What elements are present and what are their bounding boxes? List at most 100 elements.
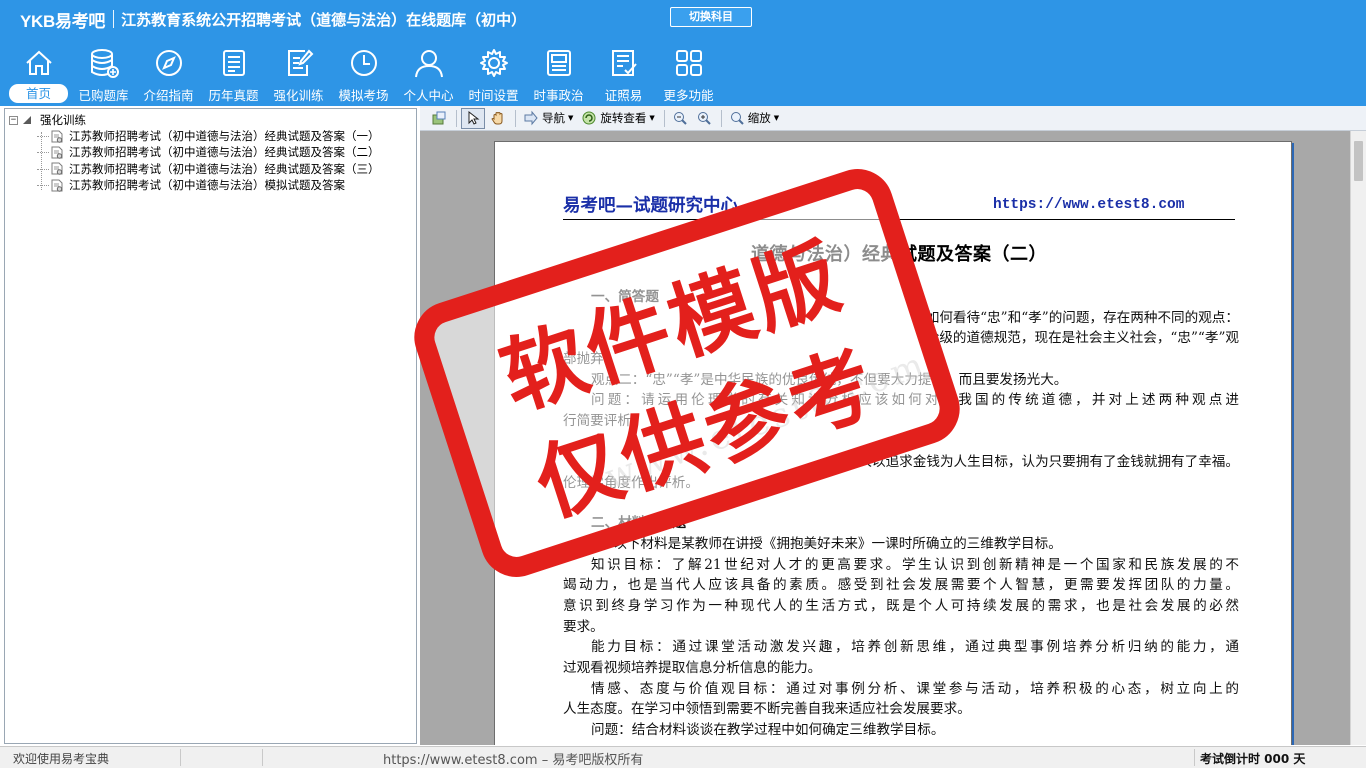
export-icon <box>432 111 446 125</box>
tree-collapse-toggle[interactable]: − <box>9 115 18 125</box>
caret-down-icon: ▼ <box>773 114 780 122</box>
app-logo: YKB易考吧 <box>20 11 106 31</box>
nav-item-database[interactable]: 已购题库 <box>71 47 136 103</box>
zoom-menu-button[interactable]: 缩放 ▼ <box>726 108 782 129</box>
export-button[interactable] <box>428 108 450 129</box>
navigate-icon <box>524 110 538 126</box>
document-line: 2.有人以追求金钱为人生目标，认为只要拥有了金钱就拥有了幸福。 <box>831 453 1239 470</box>
zoom-out-button[interactable] <box>669 108 691 129</box>
document-line: 阶级的道德规范，现在是社会主义社会，“忠”“孝”观 <box>925 330 1239 347</box>
scrollbar-thumb[interactable] <box>1354 141 1363 181</box>
tree-item[interactable]: 江苏教师招聘考试（初中道德与法治）模拟试题及答案 <box>9 177 380 193</box>
nav-item-gear[interactable]: 时间设置 <box>461 47 526 103</box>
edit-document-icon <box>287 49 313 76</box>
document-body: 一、简答题 于如何看待“忠”和“孝”的问题，存在两种不同的观点： 阶级的道德规范，现… <box>563 287 1239 741</box>
database-icon <box>90 49 119 78</box>
newspaper-icon <box>546 50 571 76</box>
clock-icon <box>350 50 377 76</box>
compass-icon <box>155 50 182 76</box>
status-divider <box>1194 749 1195 766</box>
zoom-in-icon <box>697 112 711 125</box>
toolbar-divider <box>456 109 457 127</box>
document-line: 观点二：“忠”“孝”是中华民族的优良传统，不但要大力提倡，而且要发扬光大。 <box>591 371 1068 388</box>
status-bar: 欢迎使用易考宝典 https://www.etest8.com – 易考吧版权所… <box>0 746 1366 768</box>
zoom-in-button[interactable] <box>693 108 715 129</box>
nav-label: 时间设置 <box>468 88 519 103</box>
select-tool-button[interactable] <box>461 107 485 129</box>
nav-label: 模拟考场 <box>338 88 389 103</box>
vertical-scrollbar[interactable] <box>1350 131 1366 745</box>
tree-root-label: 强化训练 <box>40 113 86 127</box>
nav-item-compass[interactable]: 介绍指南 <box>136 47 201 103</box>
nav-item-edit-document[interactable]: 强化训练 <box>266 47 331 103</box>
navigate-menu-button[interactable]: 导航 ▼ <box>520 108 576 129</box>
gear-icon <box>479 49 508 77</box>
document-icon <box>51 162 63 175</box>
nav-label: 历年真题 <box>208 88 259 103</box>
status-divider <box>262 749 263 766</box>
nav-label: 首页 <box>9 84 68 103</box>
nav-item-checklist[interactable]: 证照易 <box>591 47 656 103</box>
document-line: 情感、态度与价值观目标：通过对事例分析、课堂参与活动，培养积极的心态，树立向上的 <box>591 680 1239 697</box>
triangle-folder-icon <box>23 116 31 124</box>
tree-item-label: 江苏教师招聘考试（初中道德与法治）经典试题及答案（三） <box>69 161 380 176</box>
brand-divider <box>113 10 115 28</box>
document-line: 要求。 <box>563 618 604 635</box>
nav-label: 时事政治 <box>533 88 584 103</box>
rotate-menu-button[interactable]: 旋转查看 ▼ <box>578 108 657 129</box>
caret-down-icon: ▼ <box>568 114 574 122</box>
document-line: 部抛弃。 <box>563 351 618 368</box>
nav-label: 介绍指南 <box>143 88 194 103</box>
tree-item[interactable]: 江苏教师招聘考试（初中道德与法治）经典试题及答案（三） <box>9 161 380 177</box>
switch-subject-button[interactable]: 切换科目 <box>670 7 752 27</box>
header-bar: YKB易考吧 江苏教育系统公开招聘考试（道德与法治）在线题库（初中） 切换科目 … <box>0 0 1366 106</box>
document-viewer: 导航 ▼ 旋转查看 ▼ 缩放 ▼ 易考吧—试题研究中心 https://www.… <box>420 106 1366 745</box>
document-list-icon <box>222 50 245 76</box>
exam-countdown: 考试倒计时 000 天 <box>1200 752 1306 766</box>
nav-label: 个人中心 <box>403 88 454 103</box>
document-canvas[interactable]: 易考吧—试题研究中心 https://www.etest8.com 道德与法治）… <box>420 131 1350 745</box>
caret-down-icon: ▼ <box>649 114 655 122</box>
document-line: 1．以下材料是某教师在讲授《拥抱美好未来》一课时所确立的三维教学目标。 <box>591 535 1062 552</box>
hand-tool-button[interactable] <box>487 108 509 129</box>
document-line: 二、材料分析题 <box>591 515 687 532</box>
rotate-label: 旋转查看 <box>600 111 647 125</box>
document-line: 竭动力，也是当代人应该具备的素质。感受到社会发展需要个人智慧，更需要发挥团队的力… <box>563 577 1239 594</box>
toolbar-divider <box>515 109 516 127</box>
course-tree: − 强化训练 江苏教师招聘考试（初中道德与法治）经典试题及答案（一） 江苏教师招聘… <box>9 112 380 193</box>
navigate-label: 导航 <box>542 111 565 125</box>
toolbar-divider <box>720 109 722 127</box>
document-title: 道德与法治）经典试题及答案（二） <box>751 244 1047 265</box>
nav-item-user[interactable]: 个人中心 <box>396 47 461 103</box>
nav-item-clock[interactable]: 模拟考场 <box>331 47 396 103</box>
rotate-icon <box>582 111 596 125</box>
zoom-label: 缩放 <box>747 111 771 125</box>
document-line: 意识到终身学习作为一种现代人的生活方式，既是个人可持续发展的需求，也是社会发展的… <box>563 597 1239 614</box>
status-copyright: https://www.etest8.com – 易考吧版权所有 <box>383 753 644 768</box>
home-icon <box>25 50 52 75</box>
nav-label: 强化训练 <box>273 88 324 103</box>
tree-item-label: 江苏教师招聘考试（初中道德与法治）模拟试题及答案 <box>69 178 345 193</box>
nav-item-home[interactable]: 首页 <box>6 47 71 103</box>
nav-item-newspaper[interactable]: 时事政治 <box>526 47 591 103</box>
status-welcome: 欢迎使用易考宝典 <box>13 752 110 766</box>
tree-children: 江苏教师招聘考试（初中道德与法治）经典试题及答案（一） 江苏教师招聘考试（初中道德… <box>9 128 380 193</box>
document-line: 问题：请运用伦理学的有关知识分析应该如何对待我国的传统道德，并对上述两种观点进 <box>591 392 1239 409</box>
hand-icon <box>491 112 503 125</box>
nav-label: 已购题库 <box>78 88 129 103</box>
document-line: 于如何看待“忠”和“孝”的问题，存在两种不同的观点： <box>912 309 1239 326</box>
zoom-out-icon <box>673 112 687 125</box>
tree-root-node[interactable]: − 强化训练 <box>9 112 380 128</box>
page-header-source: 易考吧—试题研究中心 <box>563 196 738 216</box>
grid-icon <box>675 50 702 76</box>
document-line: 问题：结合材料谈谈在教学过程中如何确定三维教学目标。 <box>591 722 945 739</box>
toolbar-divider <box>663 109 665 127</box>
nav-item-grid[interactable]: 更多功能 <box>656 47 721 103</box>
app-window: YKB易考吧 江苏教育系统公开招聘考试（道德与法治）在线题库（初中） 切换科目 … <box>0 0 1366 768</box>
document-page: 易考吧—试题研究中心 https://www.etest8.com 道德与法治）… <box>494 141 1292 745</box>
tree-item[interactable]: 江苏教师招聘考试（初中道德与法治）经典试题及答案（二） <box>9 144 380 160</box>
status-divider <box>180 749 181 766</box>
nav-item-document-list[interactable]: 历年真题 <box>201 47 266 103</box>
tree-item[interactable]: 江苏教师招聘考试（初中道德与法治）经典试题及答案（一） <box>9 128 380 144</box>
